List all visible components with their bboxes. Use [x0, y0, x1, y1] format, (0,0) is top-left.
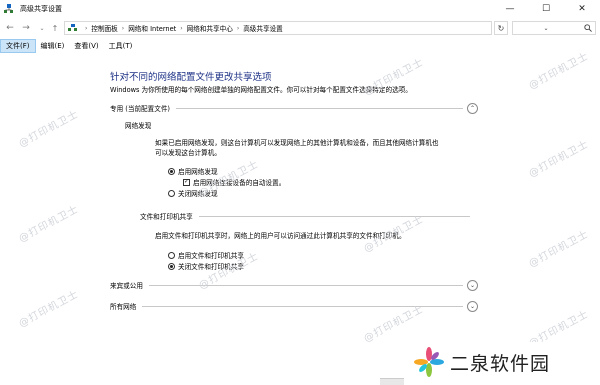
chevron-down-icon: ⌄ — [39, 24, 45, 32]
breadcrumb-separator: › — [236, 24, 240, 32]
refresh-icon: ↻ — [497, 23, 505, 33]
breadcrumb-control-panel[interactable]: 控制面板 — [91, 23, 117, 33]
network-discovery-desc-line2: 可以发现这台计算机。 — [155, 149, 221, 157]
navigation-bar: ← → ⌄ ↑ › 控制面板 › 网络和 Internet › 网络和共享中心 … — [0, 18, 600, 38]
breadcrumb-network-sharing-center[interactable]: 网络和共享中心 — [187, 23, 233, 33]
menu-view[interactable]: 查看(V) — [69, 39, 103, 53]
divider — [148, 284, 463, 286]
breadcrumb-network-internet[interactable]: 网络和 Internet — [128, 23, 176, 33]
chevron-up-icon[interactable]: ⌃ — [467, 102, 478, 114]
section-private-label: 专用 (当前配置文件) — [110, 105, 170, 113]
menu-file[interactable]: 文件(F) — [0, 39, 36, 53]
radio-label: 启用网络发现 — [178, 168, 218, 176]
window-title: 高级共享设置 — [20, 5, 62, 13]
radio-selected-icon[interactable] — [168, 167, 175, 175]
section-guest-public-header[interactable]: 来宾或公用 ⌄ — [110, 279, 478, 291]
menu-bar: 文件(F) 编辑(E) 查看(V) 工具(T) — [0, 38, 600, 54]
arrow-right-icon: → — [22, 23, 30, 33]
arrow-up-icon: ↑ — [51, 23, 59, 33]
section-all-networks-label: 所有网络 — [110, 303, 137, 311]
up-button[interactable]: ↑ — [48, 21, 62, 35]
chevron-down-icon[interactable]: ⌄ — [467, 279, 478, 291]
checkbox-checked-icon[interactable]: ✓ — [183, 178, 190, 186]
section-private-header[interactable]: 专用 (当前配置文件) ⌃ — [110, 102, 478, 114]
minimize-button[interactable]: — — [492, 0, 528, 18]
network-discovery-desc-line1: 如果已启用网络发现，则这台计算机可以发现网络上的其他计算机和设备，而且其他网络计… — [155, 139, 439, 147]
breadcrumb-separator: › — [121, 24, 125, 32]
site-logo: 二泉软件园 — [412, 342, 598, 382]
network-discovery-description: 如果已启用网络发现，则这台计算机可以发现网络上的其他计算机和设备，而且其他网络计… — [155, 138, 439, 158]
divider — [198, 215, 470, 217]
refresh-button[interactable]: ↻ — [494, 21, 508, 35]
radio-network-discovery-on[interactable]: 启用网络发现 — [168, 166, 218, 176]
menu-tools[interactable]: 工具(T) — [104, 39, 138, 53]
maximize-button[interactable]: ☐ — [528, 0, 564, 18]
network-icon — [4, 4, 13, 13]
minimize-icon: — — [505, 4, 515, 14]
network-icon — [68, 24, 77, 31]
taskbar-preview — [380, 378, 404, 385]
pinwheel-logo-icon — [414, 347, 444, 377]
radio-selected-icon[interactable] — [168, 262, 175, 270]
chevron-down-icon[interactable]: ⌄ — [467, 300, 478, 312]
logo-text: 二泉软件园 — [450, 352, 551, 375]
breadcrumb-separator: › — [85, 24, 88, 32]
back-button[interactable]: ← — [3, 21, 17, 35]
main-content: 针对不同的网络配置文件更改共享选项 Windows 为你所使用的每个网络创建单独… — [0, 54, 600, 385]
radio-unselected-icon[interactable] — [168, 189, 175, 197]
file-printer-sharing-label: 文件和打印机共享 — [140, 213, 193, 221]
network-discovery-label: 网络发现 — [125, 122, 152, 130]
radio-unselected-icon[interactable] — [168, 251, 175, 259]
search-input[interactable] — [512, 21, 596, 35]
arrow-left-icon: ← — [6, 23, 14, 33]
search-icon — [584, 24, 592, 32]
recent-locations-button[interactable]: ⌄ — [35, 21, 49, 35]
title-bar: 高级共享设置 — ☐ ✕ — [0, 0, 600, 18]
maximize-icon: ☐ — [541, 4, 551, 14]
breadcrumb-separator: › — [180, 24, 183, 32]
close-button[interactable]: ✕ — [564, 0, 600, 18]
section-guest-public-label: 来宾或公用 — [110, 282, 143, 290]
menu-edit[interactable]: 编辑(E) — [36, 39, 70, 53]
page-title: 针对不同的网络配置文件更改共享选项 — [110, 72, 272, 83]
subsection-network-discovery: 网络发现 — [125, 120, 470, 130]
forward-button[interactable]: → — [19, 21, 33, 35]
address-bar[interactable]: › 控制面板 › 网络和 Internet › 网络和共享中心 › 高级共享设置… — [64, 21, 549, 35]
breadcrumb-advanced-sharing[interactable]: 高级共享设置 — [243, 23, 283, 33]
divider — [176, 107, 463, 109]
close-icon: ✕ — [578, 4, 586, 14]
